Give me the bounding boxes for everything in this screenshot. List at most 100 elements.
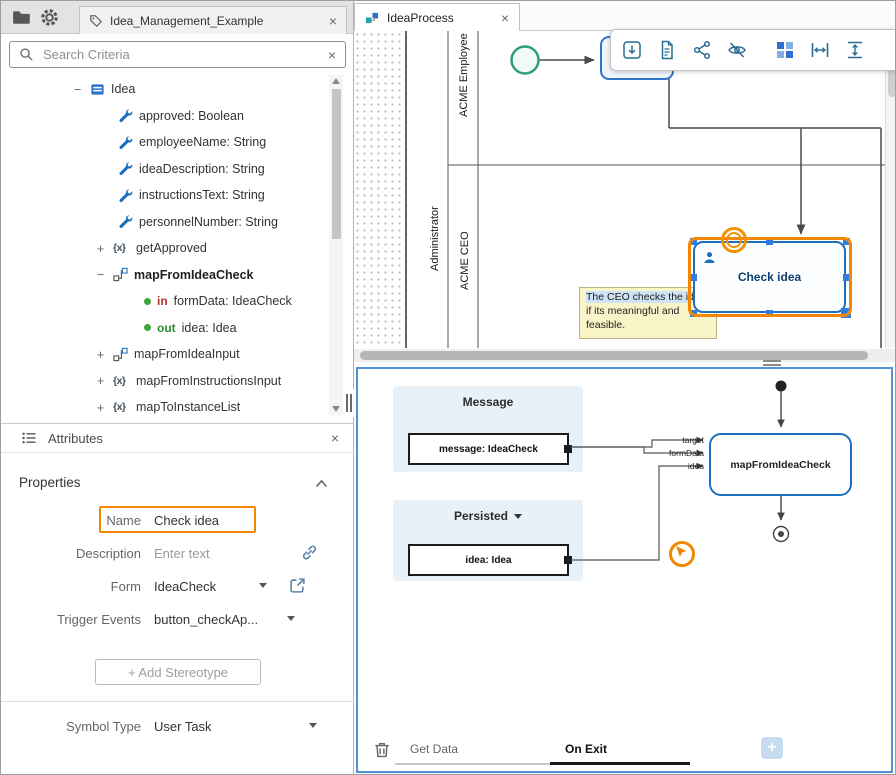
selection-handle[interactable] — [690, 238, 697, 245]
parameter-dot-icon — [144, 324, 151, 331]
form-value[interactable]: IdeaCheck — [154, 579, 216, 594]
tree-item-attribute[interactable]: employeeName: String — [1, 129, 354, 156]
selection-handle[interactable] — [690, 310, 697, 317]
gear-icon[interactable] — [39, 7, 59, 27]
selection-handle-resize[interactable] — [841, 308, 851, 318]
connector-port[interactable] — [564, 556, 572, 564]
wrench-icon — [118, 135, 133, 150]
tree-item-operation[interactable]: {x} mapFromInstructionsInput — [1, 368, 354, 395]
expand-icon[interactable] — [94, 348, 107, 361]
document-icon[interactable] — [656, 39, 678, 61]
tree-item-label: idea: Idea — [182, 321, 237, 335]
link-icon[interactable] — [301, 544, 318, 561]
symbol-type-value[interactable]: User Task — [154, 719, 212, 734]
mapping-icon — [113, 347, 128, 362]
form-dropdown-icon[interactable] — [259, 583, 267, 588]
scroll-down-icon[interactable] — [332, 406, 340, 412]
tree-item-label: employeeName: String — [139, 135, 266, 149]
tree-item-operation[interactable]: {x} getApproved — [1, 235, 354, 262]
trigger-events-dropdown-icon[interactable] — [287, 616, 295, 621]
application-window: Idea_Management_Example × × Idea — [0, 0, 896, 775]
user-task-check-idea[interactable]: Check idea — [693, 241, 846, 313]
close-icon[interactable]: × — [501, 11, 509, 25]
search-input[interactable] — [43, 47, 319, 62]
selection-handle[interactable] — [690, 274, 697, 281]
scrollbar-thumb[interactable] — [360, 351, 868, 360]
selection-handle[interactable] — [766, 238, 773, 245]
collapse-icon[interactable] — [94, 268, 107, 281]
mapping-node[interactable]: mapFromIdeaCheck — [709, 433, 852, 496]
trigger-events-label: Trigger Events — [1, 612, 141, 627]
document-tab-label: Idea_Management_Example — [110, 14, 322, 28]
tree-item-label: mapFromIdeaCheck — [134, 268, 253, 282]
tree-item-label: approved: Boolean — [139, 109, 244, 123]
expand-icon[interactable] — [94, 242, 107, 255]
tree-scrollbar-thumb[interactable] — [332, 89, 341, 239]
description-label: Description — [1, 546, 141, 561]
tree-item-mapping-selected[interactable]: mapFromIdeaCheck — [1, 262, 354, 289]
tree-item-label: ideaDescription: String — [139, 162, 265, 176]
tree-item-mapping[interactable]: mapFromIdeaInput — [1, 341, 354, 368]
selection-handle[interactable] — [766, 310, 773, 317]
message-group: Message message: IdeaCheck — [393, 386, 583, 472]
bpmn-canvas[interactable]: ACME Employee Administrator ACME CEO The… — [354, 31, 885, 348]
canvas-vertical-scrollbar[interactable] — [885, 31, 896, 348]
scroll-up-icon[interactable] — [332, 78, 340, 84]
task-label: Check idea — [738, 270, 801, 284]
persisted-dropdown-icon[interactable] — [514, 514, 522, 519]
tree-item-attribute[interactable]: personnelNumber: String — [1, 209, 354, 236]
tab-idea-process[interactable]: IdeaProcess × — [354, 3, 520, 31]
close-icon[interactable]: × — [331, 431, 339, 445]
canvas-horizontal-scrollbar[interactable] — [354, 349, 896, 362]
property-row-form: Form IdeaCheck — [1, 573, 216, 599]
collapse-icon[interactable] — [71, 83, 84, 96]
hide-icon[interactable] — [726, 39, 748, 61]
panel-splitter-handle[interactable] — [763, 360, 781, 366]
tree-item-parameter-in[interactable]: in formData: IdeaCheck — [1, 288, 354, 315]
close-icon[interactable]: × — [329, 14, 337, 28]
tree-item-operation[interactable]: {x} mapToInstanceList — [1, 394, 354, 421]
tree-item-parameter-out[interactable]: out idea: Idea — [1, 315, 354, 342]
clear-icon[interactable]: × — [328, 48, 336, 62]
distribute-horizontal-icon[interactable] — [809, 39, 831, 61]
message-variable-box[interactable]: message: IdeaCheck — [408, 433, 569, 465]
mapping-editor-panel[interactable]: Message message: IdeaCheck Persisted ide… — [356, 367, 893, 773]
selection-handle[interactable] — [843, 274, 850, 281]
name-value[interactable]: Check idea — [154, 513, 219, 528]
add-tab-button[interactable]: + — [761, 737, 783, 759]
connector-port[interactable] — [564, 445, 572, 453]
bottom-panel-grip[interactable] — [344, 389, 354, 417]
mapping-node-label: mapFromIdeaCheck — [730, 459, 830, 471]
tree-item-attribute[interactable]: approved: Boolean — [1, 103, 354, 130]
property-row-name: Name Check idea — [1, 507, 219, 533]
document-tab[interactable]: Idea_Management_Example × — [79, 6, 347, 34]
distribute-vertical-icon[interactable] — [844, 39, 866, 61]
tree-item-attribute[interactable]: ideaDescription: String — [1, 156, 354, 183]
expand-icon[interactable] — [94, 401, 107, 414]
import-icon[interactable] — [621, 39, 643, 61]
tab-get-data[interactable]: Get Data — [395, 735, 550, 765]
selection-handle[interactable] — [843, 238, 850, 245]
share-icon[interactable] — [691, 39, 713, 61]
persisted-variable-box[interactable]: idea: Idea — [408, 544, 569, 576]
tree-item-label: Idea — [111, 82, 135, 96]
tree-item-idea[interactable]: Idea — [1, 76, 354, 103]
grid-icon[interactable] — [774, 39, 796, 61]
wrench-icon — [118, 188, 133, 203]
tab-on-exit[interactable]: On Exit — [550, 735, 690, 765]
add-stereotype-button[interactable]: + Add Stereotype — [95, 659, 261, 685]
trigger-events-value[interactable]: button_checkAp... — [154, 612, 258, 627]
symbol-type-dropdown-icon[interactable] — [309, 723, 317, 728]
tree-item-attribute[interactable]: instructionsText: String — [1, 182, 354, 209]
description-value[interactable]: Enter text — [154, 546, 210, 561]
expand-icon[interactable] — [94, 374, 107, 387]
open-external-icon[interactable] — [289, 577, 306, 594]
persisted-group-title: Persisted — [454, 509, 508, 523]
mapper-tabstrip: Get Data On Exit — [358, 735, 891, 765]
collapse-section-icon[interactable] — [315, 479, 328, 488]
tree-item-label: formData: IdeaCheck — [174, 294, 292, 308]
tree-item-label: personnelNumber: String — [139, 215, 278, 229]
left-panel: Idea_Management_Example × × Idea — [1, 1, 354, 775]
tree-scrollbar[interactable] — [329, 75, 343, 415]
folder-icon[interactable] — [11, 7, 31, 27]
